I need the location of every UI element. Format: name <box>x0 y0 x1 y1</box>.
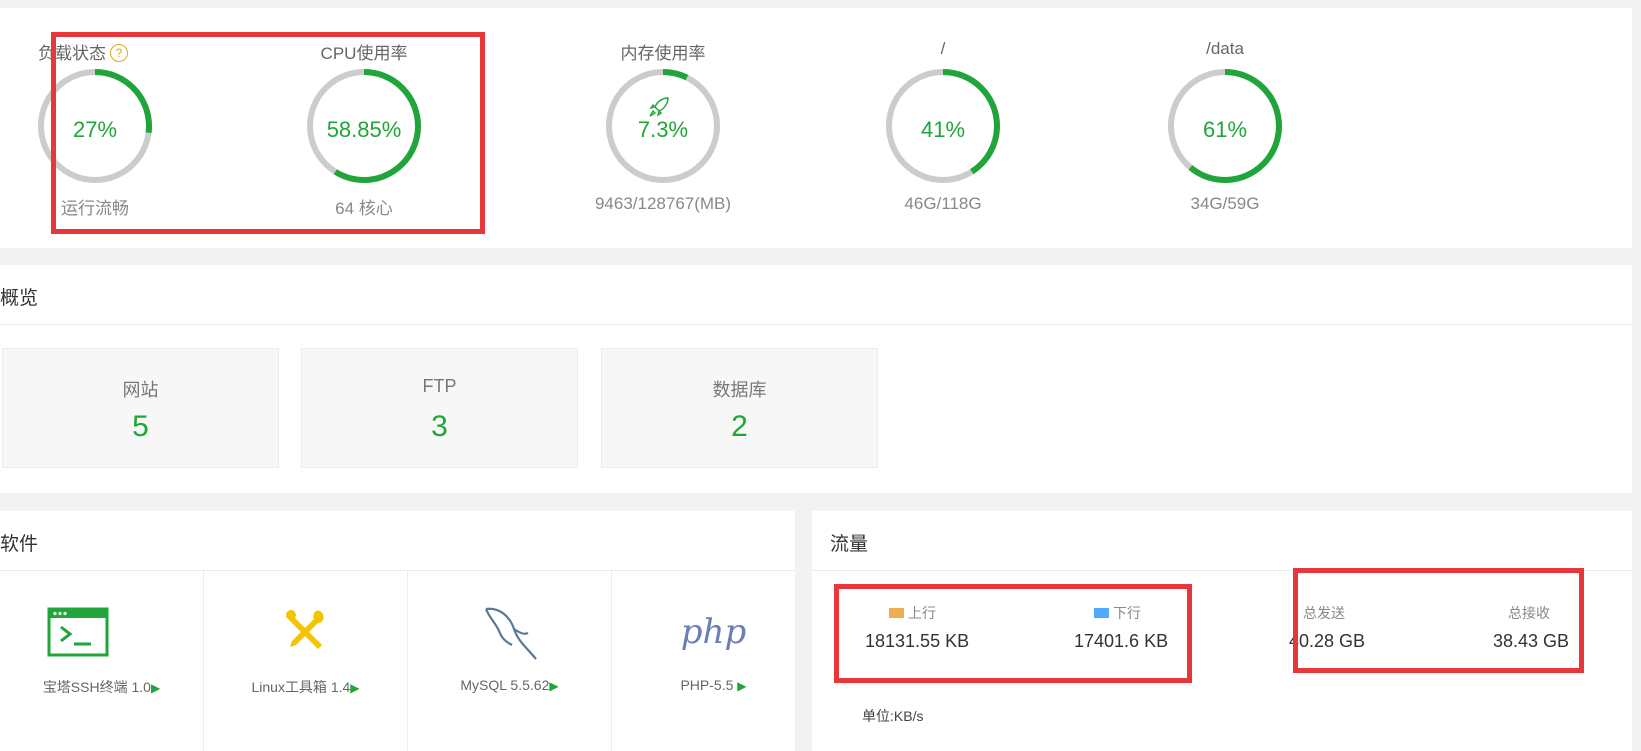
software-name: PHP-5.5 ▶ <box>680 677 747 693</box>
disk-data-usage: 34G/59G <box>1190 194 1260 213</box>
help-icon[interactable]: ? <box>110 44 128 62</box>
overview-panel: 概览 网站 5 FTP 3 数据库 2 <box>0 265 1632 493</box>
software-item-php[interactable]: php PHP-5.5 ▶ <box>612 571 816 751</box>
software-name: 宝塔SSH终端 1.0▶ <box>42 679 161 695</box>
overview-card-label: 网站 <box>122 380 159 400</box>
disk-root-gauge[interactable]: / 41% 46G/118G <box>843 8 1043 248</box>
disk-root-label: / <box>940 39 946 58</box>
overview-card-label: 数据库 <box>712 380 767 400</box>
total-received-value: 38.43 GB <box>1493 631 1570 651</box>
php-logo: php <box>680 612 747 652</box>
overview-title: 概览 <box>0 288 39 309</box>
overview-card-label: FTP <box>422 376 457 396</box>
cpu-gauge[interactable]: CPU使用率 58.85% 64 核心 <box>264 8 464 248</box>
software-item-mysql[interactable]: MySQL 5.5.62▶ <box>408 571 612 751</box>
play-icon[interactable]: ▶ <box>151 681 160 695</box>
traffic-header: 流量 <box>812 511 1632 571</box>
disk-data-value: 61% <box>1202 117 1248 142</box>
total-received-label: 总接收 <box>1508 605 1550 621</box>
terminal-icon <box>47 607 109 657</box>
software-panel: 软件 宝塔SSH终端 1.0▶ Linux工具箱 1.4▶ MySQL 5.5.… <box>0 511 816 751</box>
total-sent-value: 40.28 GB <box>1289 631 1366 651</box>
software-header: 软件 <box>0 511 795 571</box>
software-title: 软件 <box>0 534 39 555</box>
traffic-title: 流量 <box>830 534 869 555</box>
upload-color-swatch <box>889 608 904 618</box>
upload-speed: 18131.55 KB <box>865 631 970 651</box>
load-gauge-label: 负载状态? <box>0 39 183 64</box>
total-sent-label: 总发送 <box>1303 605 1345 621</box>
memory-gauge-label: 内存使用率 <box>620 44 706 63</box>
play-icon[interactable]: ▶ <box>549 679 558 693</box>
load-value: 27% <box>72 117 118 142</box>
upload-legend: 上行 <box>889 603 936 623</box>
play-icon[interactable]: ▶ <box>350 681 359 695</box>
cpu-cores: 64 核心 <box>335 199 393 218</box>
software-name: Linux工具箱 1.4▶ <box>251 679 360 695</box>
software-name: MySQL 5.5.62▶ <box>460 677 559 693</box>
status-panel: 负载状态? 27% 运行流畅 CPU使用率 58.85% 64 核心 内存使用率… <box>0 8 1632 248</box>
play-icon[interactable]: ▶ <box>737 679 746 693</box>
memory-usage: 9463/128767(MB) <box>594 194 732 213</box>
download-speed: 17401.6 KB <box>1074 631 1169 651</box>
rocket-icon[interactable] <box>648 96 670 123</box>
download-legend: 下行 <box>1094 603 1141 623</box>
cpu-value: 58.85% <box>326 117 402 142</box>
software-item-toolbox[interactable]: Linux工具箱 1.4▶ <box>204 571 408 751</box>
mysql-dolphin-icon <box>484 607 537 660</box>
overview-header: 概览 <box>0 265 1632 325</box>
overview-card-count[interactable]: 3 <box>302 410 577 444</box>
overview-card-count[interactable]: 2 <box>602 410 877 444</box>
tools-icon <box>286 610 324 649</box>
disk-root-value: 41% <box>920 117 966 142</box>
traffic-panel: 流量 上行 18131.55 KB 下行 17401.6 KB 总发送 40.2… <box>812 511 1632 751</box>
memory-gauge[interactable]: 内存使用率 7.3% 9463/128767(MB) <box>563 8 763 248</box>
disk-data-label: /data <box>1206 39 1244 58</box>
overview-card-sites[interactable]: 网站 5 <box>2 348 279 468</box>
software-item-ssh[interactable]: 宝塔SSH终端 1.0▶ <box>0 571 204 751</box>
load-status-text: 运行流畅 <box>61 199 129 218</box>
cpu-gauge-label: CPU使用率 <box>320 44 408 63</box>
download-color-swatch <box>1094 608 1109 618</box>
overview-card-database[interactable]: 数据库 2 <box>601 348 878 468</box>
overview-card-ftp[interactable]: FTP 3 <box>301 348 578 468</box>
disk-data-gauge[interactable]: /data 61% 34G/59G <box>1125 8 1325 248</box>
overview-card-count[interactable]: 5 <box>3 410 278 444</box>
load-gauge[interactable]: 负载状态? 27% 运行流畅 <box>0 8 195 248</box>
disk-root-usage: 46G/118G <box>904 194 982 213</box>
traffic-unit-label: 单位:KB/s <box>862 708 924 724</box>
